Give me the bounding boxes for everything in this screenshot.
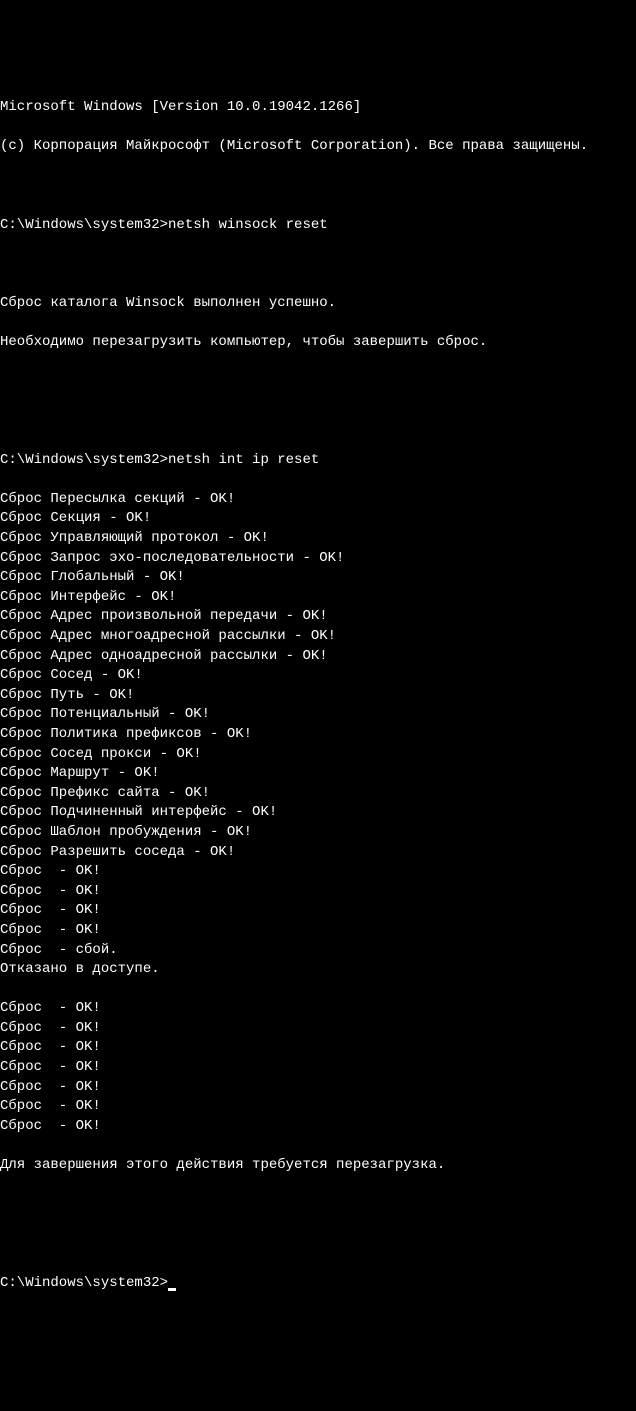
blank-line bbox=[0, 255, 636, 275]
prompt-line-3[interactable]: C:\Windows\system32> bbox=[0, 1274, 636, 1294]
reset-output-line: Сброс Путь - OK! bbox=[0, 686, 636, 706]
reset-output-line: Сброс Интерфейс - OK! bbox=[0, 588, 636, 608]
reset-output-line: Сброс Секция - OK! bbox=[0, 509, 636, 529]
reset-output-line: Сброс Пересылка секций - OK! bbox=[0, 490, 636, 510]
reset-output-line: Сброс Сосед прокси - OK! bbox=[0, 745, 636, 765]
reset-output-line: Сброс Разрешить соседа - OK! bbox=[0, 843, 636, 863]
reset-output-line: Сброс Сосед - OK! bbox=[0, 666, 636, 686]
reset-output-line: Сброс Подчиненный интерфейс - OK! bbox=[0, 803, 636, 823]
reset-output-line: Сброс Политика префиксов - OK! bbox=[0, 725, 636, 745]
command-2: netsh int ip reset bbox=[168, 452, 319, 468]
reset-output-line: Сброс - OK! bbox=[0, 921, 636, 941]
reset-output-line: Сброс Адрес многоадресной рассылки - OK! bbox=[0, 627, 636, 647]
reset-output-line: Сброс Запрос эхо-последовательности - OK… bbox=[0, 549, 636, 569]
blank-line bbox=[0, 411, 636, 431]
reset-output-line: Сброс - OK! bbox=[0, 1058, 636, 1078]
reset-output-line: Сброс - OK! bbox=[0, 1097, 636, 1117]
reset-output-line: Сброс Потенциальный - OK! bbox=[0, 705, 636, 725]
winsock-result-1: Сброс каталога Winsock выполнен успешно. bbox=[0, 294, 636, 314]
reset-output-block: Сброс Пересылка секций - OK!Сброс Секция… bbox=[0, 490, 636, 1137]
reset-output-line: Сброс - OK! bbox=[0, 1019, 636, 1039]
version-line: Microsoft Windows [Version 10.0.19042.12… bbox=[0, 98, 636, 118]
restart-message: Для завершения этого действия требуется … bbox=[0, 1156, 636, 1176]
reset-output-line: Сброс - OK! bbox=[0, 882, 636, 902]
blank-line bbox=[0, 176, 636, 196]
reset-output-line: Сброс Шаблон пробуждения - OK! bbox=[0, 823, 636, 843]
cursor bbox=[168, 1288, 176, 1291]
reset-output-line: Сброс - OK! bbox=[0, 862, 636, 882]
reset-output-line: Сброс Управляющий протокол - OK! bbox=[0, 529, 636, 549]
reset-output-line: Сброс - OK! bbox=[0, 1117, 636, 1137]
terminal-window[interactable]: Microsoft Windows [Version 10.0.19042.12… bbox=[0, 78, 636, 1312]
reset-output-line: Сброс - сбой. bbox=[0, 941, 636, 961]
reset-output-line: Сброс - OK! bbox=[0, 1078, 636, 1098]
reset-output-line: Сброс Адрес произвольной передачи - OK! bbox=[0, 607, 636, 627]
reset-output-line: Сброс Маршрут - OK! bbox=[0, 764, 636, 784]
reset-output-line: Сброс Префикс сайта - OK! bbox=[0, 784, 636, 804]
command-1: netsh winsock reset bbox=[168, 217, 328, 233]
reset-output-line bbox=[0, 980, 636, 1000]
prompt-line-2: C:\Windows\system32>netsh int ip reset bbox=[0, 451, 636, 471]
blank-line bbox=[0, 372, 636, 392]
prompt-3: C:\Windows\system32> bbox=[0, 1275, 168, 1291]
copyright-line: (c) Корпорация Майкрософт (Microsoft Cor… bbox=[0, 137, 636, 157]
reset-output-line: Сброс - OK! bbox=[0, 901, 636, 921]
prompt-2: C:\Windows\system32> bbox=[0, 452, 168, 468]
reset-output-line: Сброс Адрес одноадресной рассылки - OK! bbox=[0, 647, 636, 667]
prompt-line-1: C:\Windows\system32>netsh winsock reset bbox=[0, 216, 636, 236]
reset-output-line: Сброс - OK! bbox=[0, 1038, 636, 1058]
blank-line bbox=[0, 1234, 636, 1254]
reset-output-line: Отказано в доступе. bbox=[0, 960, 636, 980]
reset-output-line: Сброс Глобальный - OK! bbox=[0, 568, 636, 588]
reset-output-line: Сброс - OK! bbox=[0, 999, 636, 1019]
winsock-result-2: Необходимо перезагрузить компьютер, чтоб… bbox=[0, 333, 636, 353]
blank-line bbox=[0, 1195, 636, 1215]
prompt-1: C:\Windows\system32> bbox=[0, 217, 168, 233]
